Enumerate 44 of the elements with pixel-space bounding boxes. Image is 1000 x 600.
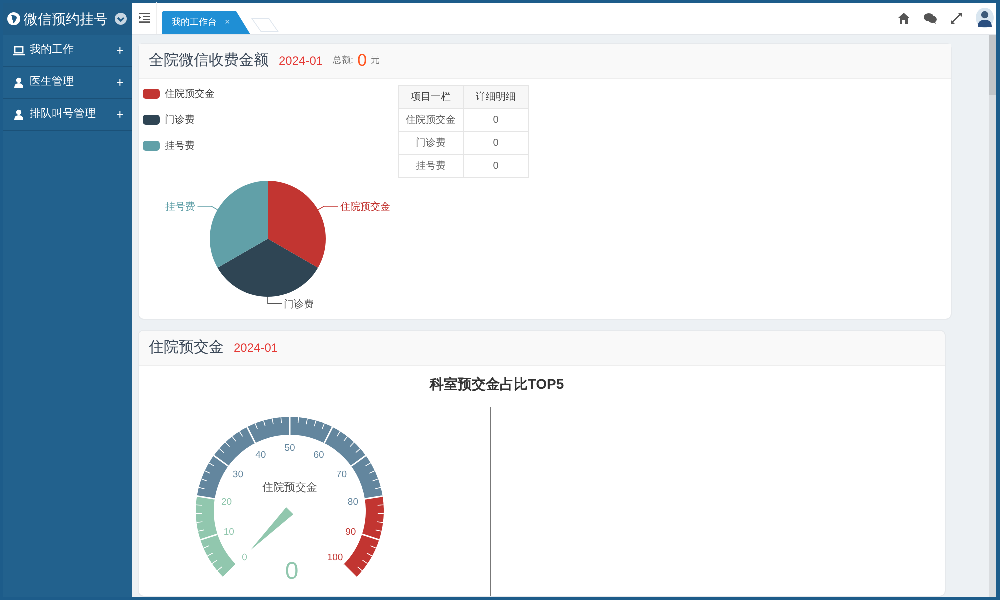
table-cell: 住院预交金 bbox=[398, 108, 464, 132]
tab[interactable]: 我的工作台 × bbox=[162, 11, 250, 34]
card-title: 全院微信收费金额 bbox=[149, 50, 269, 71]
column-header: 项目一栏 bbox=[398, 86, 464, 108]
menu-label: 我的工作 bbox=[30, 43, 74, 58]
tick-label: 20 bbox=[222, 497, 232, 508]
menu-label: 医生管理 bbox=[30, 75, 74, 90]
slice-label: 住院预交金 bbox=[340, 202, 390, 214]
tick-label: 50 bbox=[284, 443, 296, 454]
tick-label: 90 bbox=[346, 526, 356, 538]
legend-label: 挂号费 bbox=[165, 140, 195, 154]
total-value: 0 bbox=[358, 50, 368, 72]
expand-icon[interactable]: + bbox=[116, 104, 124, 124]
table-cell: 0 bbox=[464, 132, 528, 154]
tick-label: 30 bbox=[232, 469, 244, 480]
tick-label: 100 bbox=[327, 552, 344, 564]
tick-label: 10 bbox=[224, 526, 234, 538]
tick-label: 70 bbox=[336, 469, 348, 480]
tick-label: 40 bbox=[256, 450, 266, 461]
slice-label: 挂号费 bbox=[166, 202, 196, 214]
unit-label: 元 bbox=[371, 54, 380, 68]
table-cell: 0 bbox=[464, 154, 528, 178]
tick-label: 80 bbox=[348, 497, 358, 508]
tick-label: 60 bbox=[314, 450, 324, 461]
total-label: 总额: bbox=[333, 54, 354, 68]
tab-label: 我的工作台 bbox=[172, 16, 217, 29]
table-cell: 挂号费 bbox=[398, 154, 464, 178]
menu-label: 排队叫号管理 bbox=[30, 107, 96, 122]
slice-label: 门诊费 bbox=[284, 299, 314, 310]
legend-label: 住院预交金 bbox=[165, 88, 215, 102]
table-cell: 门诊费 bbox=[398, 132, 464, 154]
period-label: 2024-01 bbox=[234, 340, 278, 357]
tick-label: 0 bbox=[242, 552, 248, 564]
legend-label: 门诊费 bbox=[165, 114, 195, 128]
expand-icon[interactable]: + bbox=[116, 72, 124, 92]
period-label: 2024-01 bbox=[279, 53, 324, 70]
column-header: 详细明细 bbox=[464, 86, 528, 108]
gauge-title: 住院预交金 bbox=[262, 482, 318, 494]
table-cell: 0 bbox=[464, 108, 528, 132]
chart-title: 科室预交金占比TOP5 bbox=[428, 375, 566, 394]
gauge-value: 0 bbox=[285, 558, 299, 585]
card-title: 住院预交金 bbox=[149, 338, 224, 358]
expand-icon[interactable]: + bbox=[116, 40, 124, 60]
brand-title: 微信预约挂号 bbox=[24, 10, 108, 28]
